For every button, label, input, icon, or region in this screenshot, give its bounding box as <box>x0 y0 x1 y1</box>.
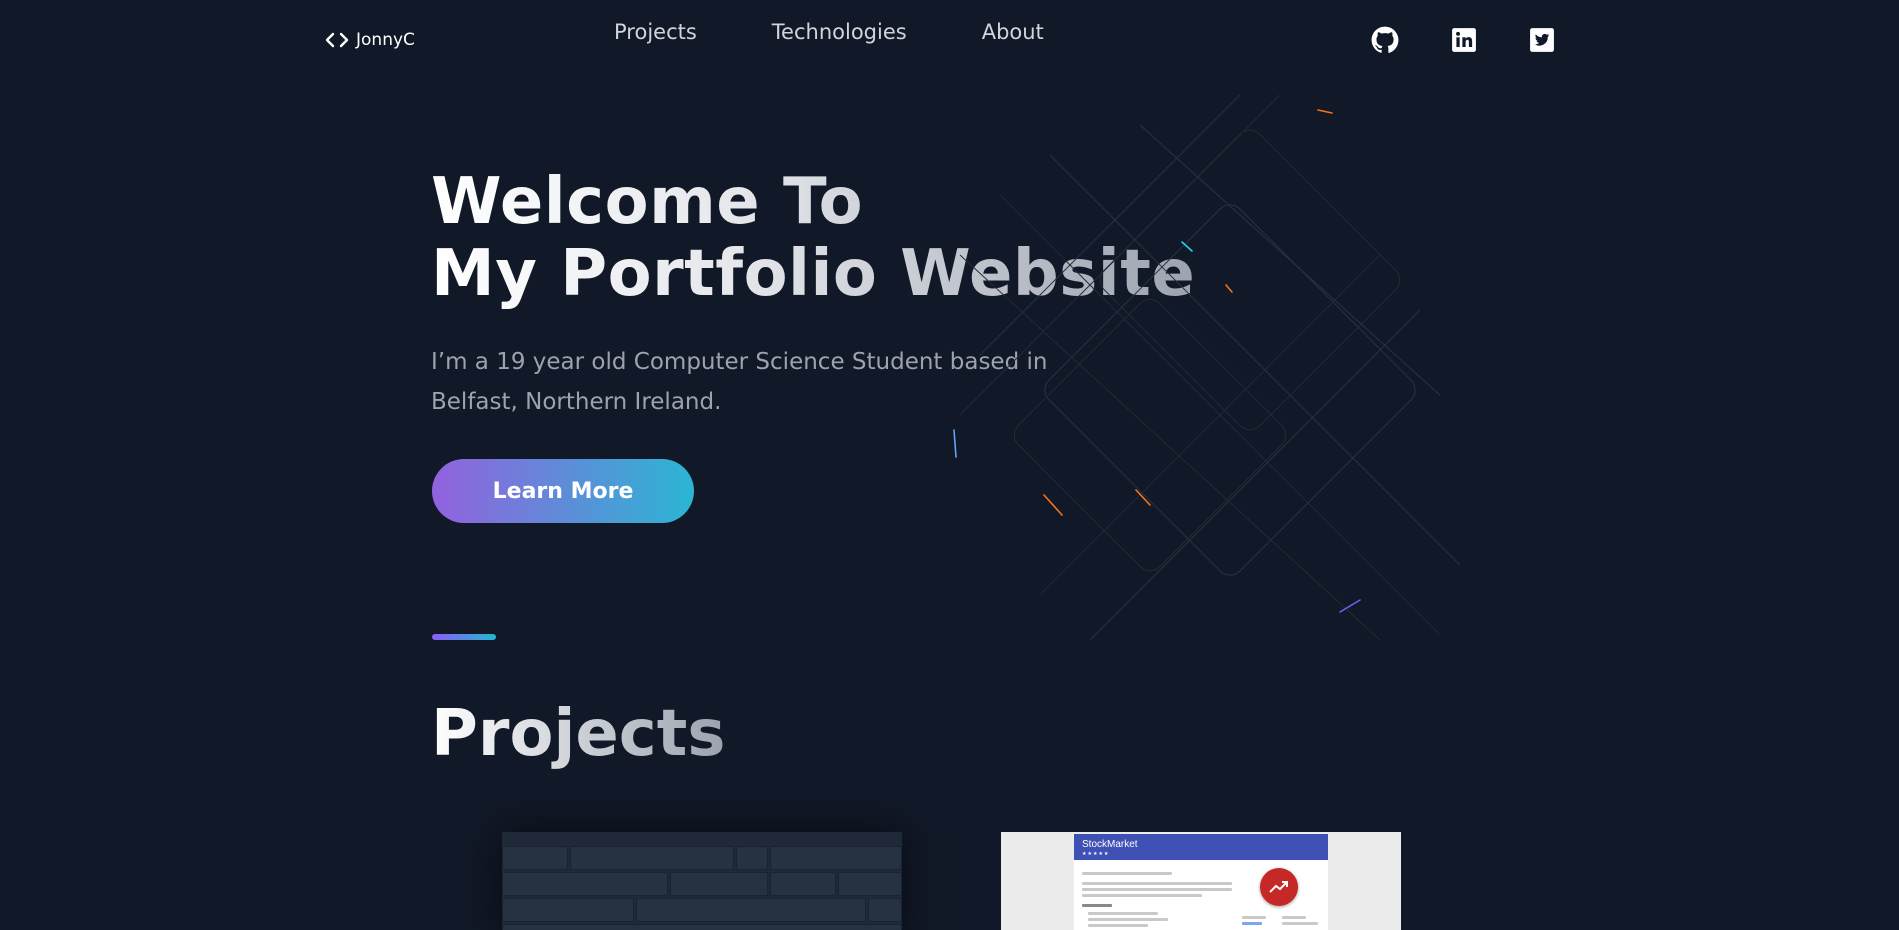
logo[interactable]: JonnyC <box>324 28 415 52</box>
logo-text: JonnyC <box>356 30 415 50</box>
project-card-keyboard[interactable] <box>502 832 902 930</box>
github-icon[interactable] <box>1371 26 1399 54</box>
project-card-stockmarket[interactable]: StockMarket ★★★★★ <box>1001 832 1401 930</box>
keyboard-thumbnail <box>502 846 902 870</box>
projects-heading: Projects <box>431 697 726 771</box>
stockmarket-title: StockMarket <box>1082 839 1138 850</box>
nav-link-projects[interactable]: Projects <box>614 20 697 44</box>
nav-links: Projects Technologies About <box>614 20 1044 44</box>
rating-stars-icon: ★★★★★ <box>1082 851 1110 857</box>
section-divider <box>432 634 496 640</box>
learn-more-button[interactable]: Learn More <box>432 459 694 523</box>
top-nav: JonnyC Projects Technologies About <box>0 0 1899 80</box>
hero-grid-graphic <box>953 95 1460 640</box>
code-brackets-icon <box>324 28 352 52</box>
linkedin-icon[interactable] <box>1450 26 1478 54</box>
nav-link-about[interactable]: About <box>982 20 1044 44</box>
twitter-icon[interactable] <box>1528 26 1556 54</box>
stockmarket-thumbnail: StockMarket ★★★★★ <box>1074 834 1328 930</box>
stockmarket-header: StockMarket ★★★★★ <box>1074 834 1328 860</box>
trending-up-icon <box>1260 868 1298 906</box>
nav-link-technologies[interactable]: Technologies <box>772 20 907 44</box>
